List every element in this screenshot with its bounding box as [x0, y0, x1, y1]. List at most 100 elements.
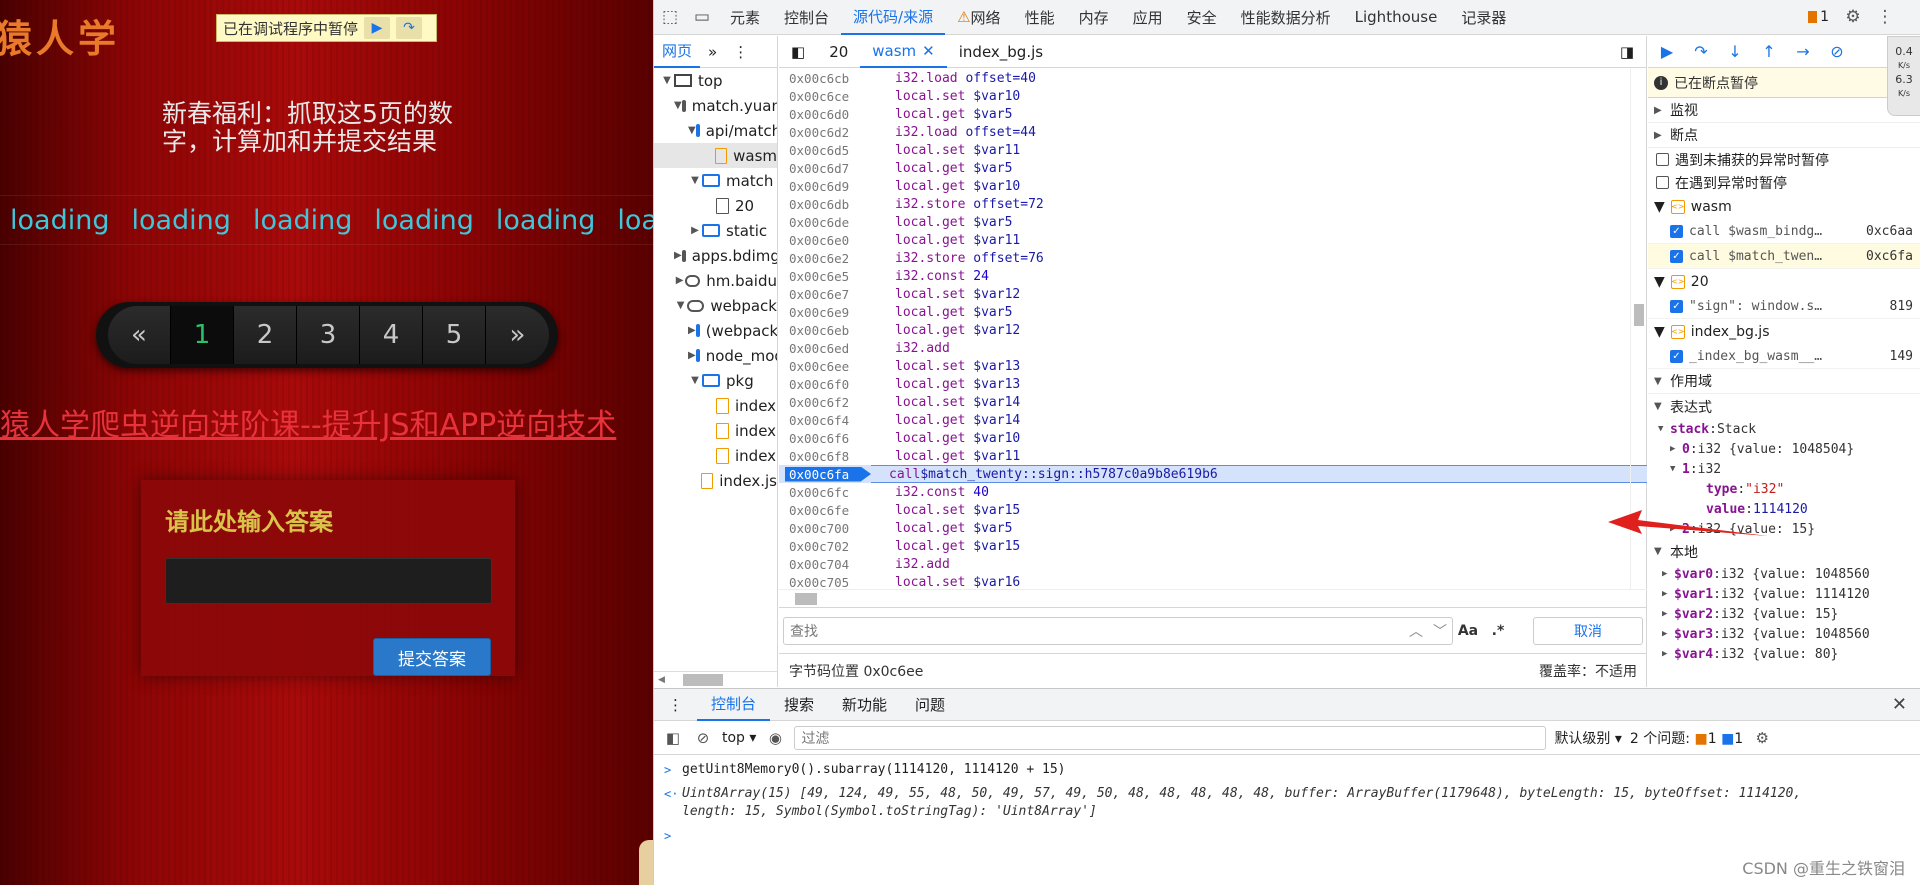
- scrollbar-thumb[interactable]: [1634, 304, 1644, 326]
- line-address[interactable]: 0x00c6e2: [779, 251, 877, 266]
- checkbox-checked-icon[interactable]: ✓: [1670, 224, 1683, 238]
- devtools-tab-5[interactable]: 内存: [1067, 0, 1121, 35]
- page-button-0[interactable]: «: [108, 306, 171, 364]
- editor-h-scrollbar[interactable]: [779, 589, 1647, 607]
- more-tabs-icon[interactable]: »: [700, 36, 725, 68]
- console-prompt[interactable]: >: [654, 821, 1920, 845]
- devtools-tab-6[interactable]: 应用: [1121, 0, 1175, 35]
- console-settings-icon[interactable]: ⚙: [1751, 729, 1773, 747]
- pause-uncaught-checkbox[interactable]: 遇到未捕获的异常时暂停: [1648, 148, 1920, 171]
- checkbox[interactable]: [1656, 176, 1669, 189]
- line-address[interactable]: 0x00c6d9: [779, 179, 877, 194]
- code-line[interactable]: 0x00c6e0 local.get $var11: [779, 231, 1647, 249]
- regex-toggle[interactable]: .*: [1483, 623, 1513, 639]
- stack-item[interactable]: ▶ 2: i32 {value: 15}: [1648, 519, 1920, 539]
- code-line[interactable]: 0x00c6f6 local.get $var10: [779, 429, 1647, 447]
- breakpoint-file[interactable]: ▼ <> index_bg.js: [1648, 319, 1920, 344]
- stack-item[interactable]: value: 1114120: [1648, 499, 1920, 519]
- stack-item[interactable]: ▼ 1: i32: [1648, 459, 1920, 479]
- devtools-tab-3[interactable]: ⚠ 网络: [945, 0, 1012, 35]
- tree-item[interactable]: index: [654, 393, 777, 418]
- line-address[interactable]: 0x00c6ee: [779, 359, 877, 374]
- line-address[interactable]: 0x00c700: [779, 521, 877, 536]
- toggle-debugger-icon[interactable]: ◨: [1608, 36, 1646, 68]
- code-line[interactable]: 0x00c705 local.set $var16: [779, 573, 1647, 590]
- line-address[interactable]: 0x00c6e9: [779, 305, 877, 320]
- devtools-tab-7[interactable]: 安全: [1175, 0, 1229, 35]
- local-var[interactable]: ▶ $var4: i32 {value: 80}: [1648, 644, 1920, 664]
- code-line[interactable]: 0x00c6d7 local.get $var5: [779, 159, 1647, 177]
- close-tab-icon[interactable]: ✕: [922, 42, 935, 60]
- submit-answer-button[interactable]: 提交答案: [373, 638, 491, 676]
- expand-arrow-icon[interactable]: ▶: [688, 325, 696, 336]
- page-button-3[interactable]: 3: [297, 306, 360, 364]
- find-next-icon[interactable]: ﹀: [1428, 621, 1452, 641]
- course-ad-link[interactable]: 猿人学爬虫逆向进阶课--提升JS和APP逆向技术: [0, 400, 616, 444]
- local-var[interactable]: ▶ $var1: i32 {value: 1114120: [1648, 584, 1920, 604]
- drawer-tab-issues[interactable]: 问题: [901, 689, 959, 721]
- line-address[interactable]: 0x00c6fc: [779, 485, 877, 500]
- collapse-arrow-icon[interactable]: ▼: [688, 175, 702, 186]
- resume-icon[interactable]: ▶: [1652, 38, 1682, 66]
- device-toolbar-icon[interactable]: ▭: [686, 0, 718, 35]
- local-var[interactable]: ▶ $var3: i32 {value: 1048560: [1648, 624, 1920, 644]
- code-line[interactable]: 0x00c6f4 local.get $var14: [779, 411, 1647, 429]
- code-line[interactable]: 0x00c6f2 local.set $var14: [779, 393, 1647, 411]
- line-address[interactable]: 0x00c6de: [779, 215, 877, 230]
- line-address[interactable]: 0x00c6d5: [779, 143, 877, 158]
- line-address[interactable]: 0x00c6eb: [779, 323, 877, 338]
- drawer-tab-search[interactable]: 搜索: [770, 689, 828, 721]
- tree-item[interactable]: ▼ pkg: [654, 368, 777, 393]
- code-line[interactable]: 0x00c6d0 local.get $var5: [779, 105, 1647, 123]
- tree-item[interactable]: ▼ match.yuanrenxue: [654, 93, 777, 118]
- line-address[interactable]: 0x00c6db: [779, 197, 877, 212]
- section-expression[interactable]: ▼ 表达式: [1648, 394, 1920, 419]
- page-button-1[interactable]: 1: [171, 306, 234, 364]
- issues-badge[interactable]: 1: [1800, 9, 1837, 25]
- editor-tab-wasm[interactable]: wasm ✕: [860, 36, 947, 68]
- checkbox-checked-icon[interactable]: ✓: [1670, 249, 1683, 263]
- tree-item[interactable]: index: [654, 443, 777, 468]
- line-address[interactable]: 0x00c705: [779, 575, 877, 590]
- close-devtools-icon[interactable]: [1901, 0, 1920, 35]
- line-address[interactable]: 0x00c6e0: [779, 233, 877, 248]
- drawer-menu-icon[interactable]: ⋮: [654, 689, 697, 721]
- devtools-tab-4[interactable]: 性能: [1013, 0, 1067, 35]
- tree-item[interactable]: ▼ api/match: [654, 118, 777, 143]
- collapse-arrow-icon[interactable]: ▼: [688, 125, 696, 136]
- line-address[interactable]: 0x00c704: [779, 557, 877, 572]
- line-address[interactable]: 0x00c6e5: [779, 269, 877, 284]
- checkbox-checked-icon[interactable]: ✓: [1670, 349, 1683, 363]
- find-prev-icon[interactable]: ︿: [1404, 621, 1428, 641]
- code-line[interactable]: 0x00c6fe local.set $var15: [779, 501, 1647, 519]
- more-options-icon[interactable]: ⋮: [1869, 0, 1901, 35]
- code-line[interactable]: 0x00c6f0 local.get $var13: [779, 375, 1647, 393]
- breakpoint-file[interactable]: ▼ <> wasm: [1648, 194, 1920, 219]
- line-address[interactable]: 0x00c6d7: [779, 161, 877, 176]
- line-address[interactable]: 0x00c702: [779, 539, 877, 554]
- collapse-arrow-icon[interactable]: ▼: [674, 300, 687, 311]
- code-line[interactable]: 0x00c6fc i32.const 40: [779, 483, 1647, 501]
- line-address[interactable]: 0x00c6fa: [785, 466, 871, 482]
- section-breakpoints[interactable]: ▶ 断点: [1648, 123, 1920, 148]
- collapse-arrow-icon[interactable]: ▼: [660, 75, 674, 86]
- editor-v-scrollbar[interactable]: [1630, 69, 1646, 589]
- line-address[interactable]: 0x00c6f4: [779, 413, 877, 428]
- issues-summary[interactable]: 2 个问题: ■1 ■1: [1630, 728, 1743, 748]
- step-over-icon[interactable]: ↷: [1686, 38, 1716, 66]
- page-button-2[interactable]: 2: [234, 306, 297, 364]
- sidebar-toggle-icon[interactable]: ◧: [662, 729, 684, 747]
- code-line[interactable]: 0x00c6f8 local.get $var11: [779, 447, 1647, 465]
- devtools-tab-0[interactable]: 元素: [718, 0, 772, 35]
- console-filter-input[interactable]: 过滤: [794, 725, 1547, 750]
- tree-item[interactable]: ▶ apps.bdimg: [654, 243, 777, 268]
- pause-caught-checkbox[interactable]: 在遇到异常时暂停: [1648, 171, 1920, 194]
- code-line[interactable]: 0x00c702 local.get $var15: [779, 537, 1647, 555]
- page-button-4[interactable]: 4: [360, 306, 423, 364]
- code-line[interactable]: 0x00c700 local.get $var5: [779, 519, 1647, 537]
- expand-arrow-icon[interactable]: ▶: [688, 350, 696, 361]
- tree-item[interactable]: ▶ static: [654, 218, 777, 243]
- expand-arrow-icon[interactable]: ▶: [674, 250, 682, 261]
- line-address[interactable]: 0x00c6f0: [779, 377, 877, 392]
- code-line[interactable]: 0x00c6e7 local.set $var12: [779, 285, 1647, 303]
